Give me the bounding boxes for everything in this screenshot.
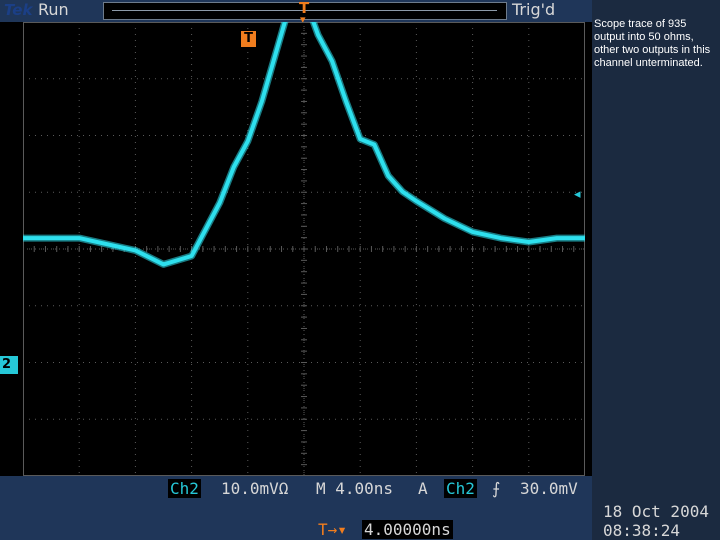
channel-label: Ch2 [168,479,201,498]
trigger-level-value: 30.0mV [520,479,578,498]
trigger-level-marker: ◂ [574,187,581,202]
trigger-mode: A [418,479,428,498]
top-status-bar: Tek Run T ▾ Trig'd [0,0,592,26]
acquisition-status: Run [38,0,69,19]
trigger-delay-value: 4.00000ns [362,520,453,539]
trigger-status: Trig'd [512,0,556,19]
bottom-status-bar: Ch2 10.0mVΩ M 4.00ns A Ch2 ⨍ 30.0mV T→▾ … [0,476,592,540]
date-time: 18 Oct 2004 08:38:24 [603,502,709,540]
date: 18 Oct 2004 [603,502,709,521]
rising-edge-icon: ⨍ [492,479,501,498]
trigger-channel: Ch2 [444,479,477,498]
waveform-plot [23,22,585,476]
channel-2-ground-marker: 2 [0,356,18,374]
time: 08:38:24 [603,521,681,540]
trigger-delay-label: T→▾ [318,520,347,539]
timebase: M 4.00ns [316,479,394,498]
brand-logo: Tek [4,1,33,19]
volts-per-div: 10.0mVΩ [221,479,289,498]
oscilloscope-screen: Tek Run T ▾ Trig'd T 2 ◂ Ch2 10.0mVΩ M 4… [0,0,592,540]
annotation-text: Scope trace of 935 output into 50 ohms, … [594,18,711,69]
trigger-time-marker: T [241,31,256,47]
waveform-graticule [23,22,585,476]
